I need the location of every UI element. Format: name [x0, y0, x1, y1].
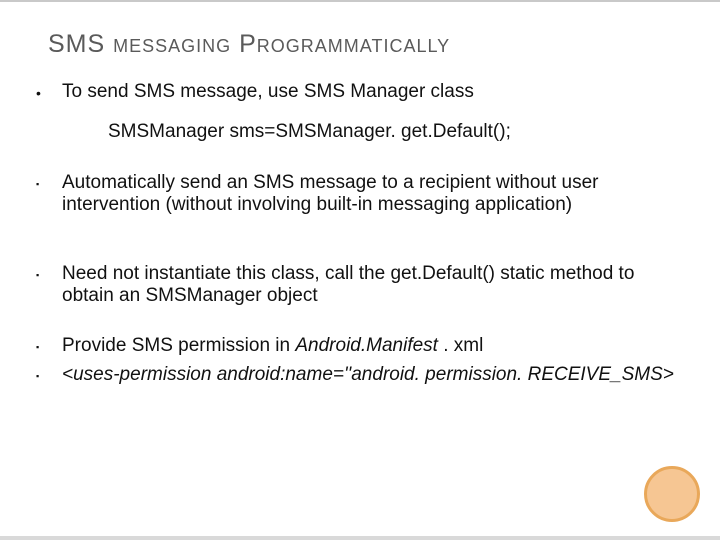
- title-p2: messaging: [105, 30, 239, 58]
- item-text: <uses-permission android:name=''android.…: [62, 364, 684, 386]
- bullet-square-icon: ▪: [36, 263, 62, 281]
- content-area: • To send SMS message, use SMS Manager c…: [0, 59, 720, 386]
- bullet-square-icon: ▪: [36, 172, 62, 190]
- list-item: ▪ Provide SMS permission in Android.Mani…: [36, 335, 684, 357]
- text-italic: Android.Manifest: [295, 335, 438, 356]
- item-text: Automatically send an SMS message to a r…: [62, 172, 684, 217]
- text-pre: Provide SMS permission in: [62, 335, 295, 356]
- title-p1: SMS: [48, 30, 105, 58]
- footer-divider: [0, 536, 720, 540]
- text-post: . xml: [438, 335, 483, 356]
- slide-title: SMS messaging Programmatically: [0, 2, 720, 59]
- spacer: [36, 313, 684, 335]
- list-item: ▪ Need not instantiate this class, call …: [36, 263, 684, 308]
- list-item: ▪ <uses-permission android:name=''androi…: [36, 364, 684, 386]
- list-item: ▪ Automatically send an SMS message to a…: [36, 172, 684, 217]
- title-p3: P: [239, 30, 257, 58]
- item-text: Need not instantiate this class, call th…: [62, 263, 684, 308]
- spacer: [36, 223, 684, 263]
- bullet-square-icon: ▪: [36, 364, 62, 382]
- bullet-square-icon: ▪: [36, 335, 62, 353]
- list-item: • To send SMS message, use SMS Manager c…: [36, 81, 684, 103]
- item-text: To send SMS message, use SMS Manager cla…: [62, 81, 684, 103]
- code-line: SMSManager sms=SMSManager. get.Default()…: [36, 121, 684, 143]
- title-p4: rogrammatically: [257, 30, 450, 58]
- item-text: Provide SMS permission in Android.Manife…: [62, 335, 684, 357]
- decorative-circle-icon: [644, 466, 700, 522]
- bullet-dot-icon: •: [36, 81, 62, 102]
- slide: SMS messaging Programmatically • To send…: [0, 0, 720, 540]
